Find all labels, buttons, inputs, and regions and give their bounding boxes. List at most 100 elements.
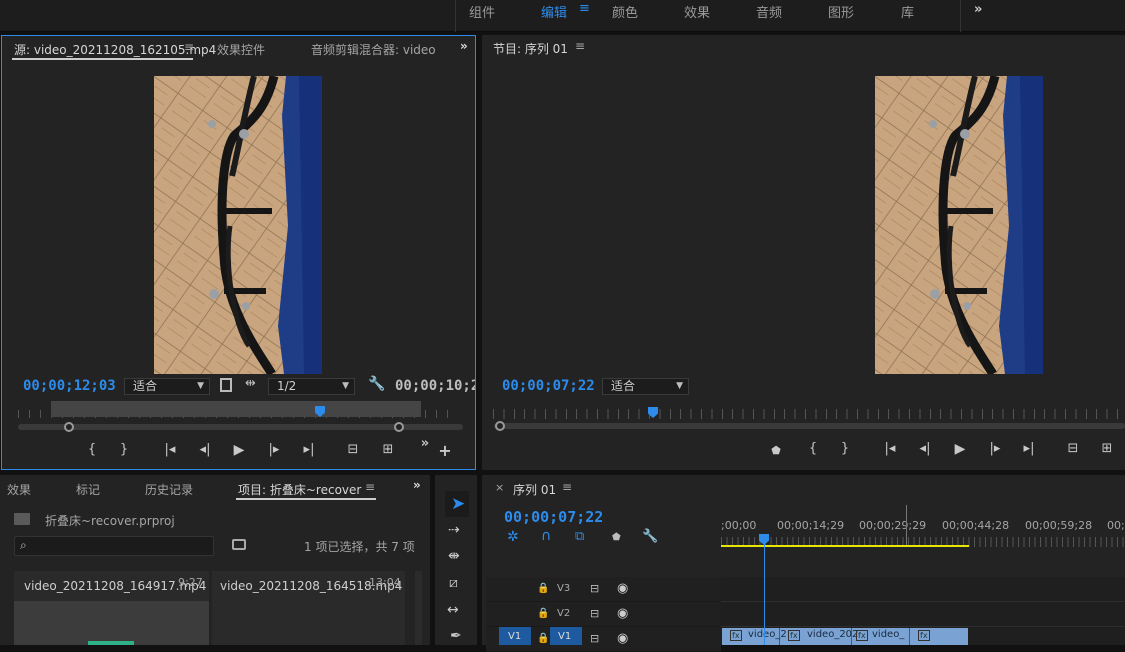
source-patch-v1[interactable]: V1: [499, 627, 531, 645]
go-to-in-icon[interactable]: |◂: [880, 441, 900, 457]
eye-icon[interactable]: ◉: [617, 606, 628, 621]
tab-markers[interactable]: 标记: [76, 481, 100, 498]
project-file-name: 折叠床~recover.prproj: [45, 514, 175, 528]
nest-sequence-icon[interactable]: ✲: [507, 529, 519, 545]
go-to-in-icon[interactable]: |◂: [160, 442, 180, 458]
overwrite-icon[interactable]: ⊞: [377, 442, 399, 458]
tab-history[interactable]: 历史记录: [145, 481, 193, 498]
play-icon[interactable]: ▶: [229, 442, 249, 458]
track-select-tool-icon[interactable]: ⇢: [448, 522, 460, 538]
toggle-sync-lock-icon[interactable]: ⊟: [590, 607, 599, 620]
toggle-sync-lock-icon[interactable]: ⊟: [590, 632, 599, 645]
timeline-timecode[interactable]: 00;00;07;22: [504, 508, 603, 526]
add-marker-icon[interactable]: ⬟: [766, 443, 786, 459]
step-back-icon[interactable]: ◂|: [195, 442, 215, 458]
scrollbar-handle-left[interactable]: [495, 421, 505, 431]
source-resolution-dropdown[interactable]: 1/2 ▼: [268, 378, 355, 395]
mark-out-icon[interactable]: }: [114, 442, 134, 458]
panel-more-icon[interactable]: »: [413, 478, 421, 492]
step-forward-icon[interactable]: |▸: [264, 442, 284, 458]
timeline-clip[interactable]: fx: [910, 628, 968, 645]
scrollbar-handle-right[interactable]: [394, 422, 404, 432]
source-tab-menu-icon[interactable]: ≡: [184, 40, 194, 54]
workspace-tab-graphics[interactable]: 图形: [828, 2, 854, 21]
program-time-ruler[interactable]: [493, 409, 1118, 419]
source-in-out-range[interactable]: [51, 401, 421, 417]
workspace-menu-icon[interactable]: ≡: [579, 1, 590, 16]
toggle-sync-lock-icon[interactable]: ⊟: [590, 582, 599, 595]
razor-tool-icon[interactable]: ⧄: [449, 575, 458, 591]
workspace-tab-audio[interactable]: 音频: [756, 2, 782, 21]
tab-audio-clip-mixer[interactable]: 音频剪辑混合器: video: [311, 41, 437, 58]
snap-magnet-icon[interactable]: ∩: [541, 528, 551, 544]
insert-icon[interactable]: ⊟: [342, 442, 364, 458]
drag-video-icon[interactable]: ⇹: [245, 376, 256, 391]
timeline-ruler[interactable]: ;00;00 00;00;14;29 00;00;29;29 00;00;44;…: [721, 505, 1125, 555]
program-monitor-panel: 节目: 序列 01 ≡ 00;00;07;22 适合 ▼ ⬟ { } |◂ ◂| …: [482, 35, 1125, 470]
workspace-tab-libraries[interactable]: 库: [901, 2, 914, 21]
tab-sequence[interactable]: 序列 01: [513, 481, 556, 498]
slip-tool-icon[interactable]: ↔: [447, 602, 459, 618]
wrench-icon[interactable]: 🔧: [368, 376, 385, 392]
track-name: V1: [558, 631, 572, 642]
add-button-icon[interactable]: +: [435, 443, 455, 459]
workspace-tab-editing[interactable]: 编辑: [541, 2, 567, 21]
mark-in-icon[interactable]: {: [803, 441, 823, 457]
project-item-card[interactable]: video_20211208_164917.mp4 9;27: [14, 571, 209, 645]
workspace-tab-color[interactable]: 颜色: [612, 2, 638, 21]
extract-icon[interactable]: ⊞: [1096, 441, 1118, 457]
program-zoom-scrollbar[interactable]: [494, 423, 1125, 429]
go-to-out-icon[interactable]: ▸|: [1019, 441, 1039, 457]
selection-tool-icon[interactable]: ➤: [451, 494, 465, 514]
mark-in-icon[interactable]: {: [82, 442, 102, 458]
ripple-edit-tool-icon[interactable]: ⇼: [448, 548, 460, 564]
eye-icon[interactable]: ◉: [617, 631, 628, 646]
lock-icon[interactable]: 🔒: [537, 608, 549, 619]
chevron-down-icon: ▼: [197, 381, 204, 391]
program-zoom-dropdown[interactable]: 适合 ▼: [602, 378, 689, 395]
tab-effects[interactable]: 效果: [7, 481, 31, 498]
track-target-v1[interactable]: V1: [550, 627, 582, 645]
tab-program[interactable]: 节目: 序列 01: [493, 40, 568, 57]
timeline-settings-wrench-icon[interactable]: 🔧: [642, 529, 658, 544]
play-icon[interactable]: ▶: [950, 441, 970, 457]
go-to-out-icon[interactable]: ▸|: [299, 442, 319, 458]
source-playhead-timecode[interactable]: 00;00;12;03: [23, 378, 116, 394]
track-content-area[interactable]: fx video_2 fx video_202 fx video_ fx: [721, 577, 1125, 645]
project-item-card[interactable]: video_20211208_164518.mp4 13;04: [212, 571, 405, 645]
add-marker-icon[interactable]: ⬟: [612, 532, 621, 543]
pen-tool-icon[interactable]: ✒: [450, 628, 462, 644]
program-playhead-timecode[interactable]: 00;00;07;22: [502, 378, 595, 394]
clip-group[interactable]: fx video_2 fx video_202 fx video_ fx: [722, 628, 968, 645]
new-search-bin-icon[interactable]: [232, 539, 246, 550]
linked-selection-icon[interactable]: ⧉: [575, 529, 584, 544]
lift-icon[interactable]: ⊟: [1062, 441, 1084, 457]
mark-out-icon[interactable]: }: [835, 441, 855, 457]
program-tab-menu-icon[interactable]: ≡: [575, 39, 585, 53]
project-search-input[interactable]: ⌕: [14, 536, 214, 556]
close-tab-icon[interactable]: ×: [495, 481, 504, 494]
scrollbar-handle-left[interactable]: [64, 422, 74, 432]
step-forward-icon[interactable]: |▸: [985, 441, 1005, 457]
more-controls-icon[interactable]: »: [415, 436, 435, 452]
workspace-more-icon[interactable]: »: [974, 2, 982, 17]
project-tab-menu-icon[interactable]: ≡: [365, 480, 375, 494]
source-duration-timecode: 00;00;10;2: [395, 378, 475, 394]
timeline-clip[interactable]: fx video_202: [780, 628, 858, 645]
timeline-clip[interactable]: fx video_: [852, 628, 910, 645]
step-back-icon[interactable]: ◂|: [915, 441, 935, 457]
tab-effect-controls[interactable]: 效果控件: [217, 41, 265, 58]
lock-icon[interactable]: 🔒: [537, 633, 549, 644]
workspace-tab-assembly[interactable]: 组件: [469, 2, 495, 21]
source-zoom-dropdown[interactable]: 适合 ▼: [124, 378, 210, 395]
panel-more-icon[interactable]: »: [460, 39, 468, 53]
filmstrip-icon[interactable]: [220, 378, 232, 392]
lock-icon[interactable]: 🔒: [537, 583, 549, 594]
workspace-tab-effects[interactable]: 效果: [684, 2, 710, 21]
sequence-tab-menu-icon[interactable]: ≡: [562, 480, 572, 494]
work-area-bar[interactable]: [721, 545, 969, 547]
project-scrollbar[interactable]: [415, 571, 422, 645]
timeline-clip[interactable]: fx video_2: [722, 628, 787, 645]
eye-icon[interactable]: ◉: [617, 581, 628, 596]
tab-project[interactable]: 项目: 折叠床~recover: [238, 481, 361, 498]
